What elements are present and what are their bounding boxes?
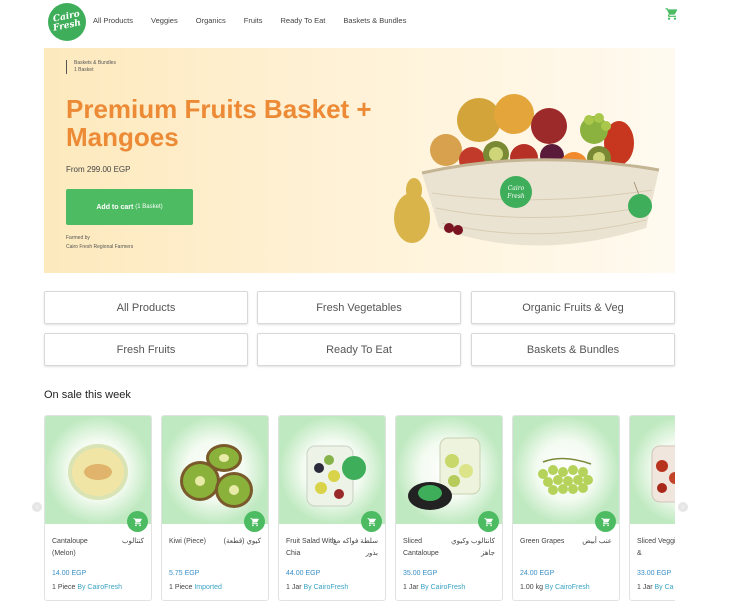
product-unit: 1 Piece By CairoFresh [52, 584, 123, 591]
category-all-products[interactable]: All Products [44, 291, 248, 324]
product-card[interactable]: Kiwi (Piece) كيوي (قطعة) 5.75 EGP 1 Piec… [161, 415, 269, 601]
product-price: 33.00 EGP [637, 570, 672, 577]
product-price: 14.00 EGP [52, 570, 87, 577]
category-baskets-bundles[interactable]: Baskets & Bundles [471, 333, 675, 366]
product-image [45, 416, 151, 524]
fruit-basket-image: Cairo Fresh [394, 94, 660, 246]
farmed-by: Farmed by Cairo Fresh Regional Farmers [66, 235, 134, 250]
add-to-cart-icon[interactable] [595, 511, 616, 532]
product-name-ar: كانتالوب وكيوي جاهز [451, 538, 495, 557]
carousel-next-arrow[interactable]: › [678, 502, 688, 512]
cairo-fresh-logo[interactable]: Cairo Fresh [48, 3, 86, 41]
category-organic-fruits-veg[interactable]: Organic Fruits & Veg [471, 291, 675, 324]
product-image [630, 416, 675, 524]
product-name-ar: كنتالوب [121, 538, 144, 545]
category-fresh-vegetables[interactable]: Fresh Vegetables [257, 291, 461, 324]
nav-baskets-bundles[interactable]: Baskets & Bundles [343, 16, 406, 25]
product-price: 35.00 EGP [403, 570, 438, 577]
breadcrumb-category[interactable]: Baskets & Bundles [74, 60, 116, 67]
product-unit: 1 Jar By CairoFresh [403, 584, 466, 591]
main-nav: All Products Veggies Organics Fruits Rea… [93, 16, 424, 25]
product-image [396, 416, 502, 524]
product-name-ar: عنب أبيض [582, 538, 612, 545]
product-card[interactable]: Sliced Cantaloupe كانتالوب وكيوي جاهز 35… [395, 415, 503, 601]
svg-text:Fresh: Fresh [506, 193, 525, 200]
product-card[interactable]: Fruit Salad With Chia سلطة فواكه مع بذور… [278, 415, 386, 601]
add-to-cart-icon[interactable] [244, 511, 265, 532]
breadcrumb-count: 1 Basket [74, 67, 94, 73]
product-unit: 1 Jar By Ca [637, 584, 674, 591]
add-to-cart-icon[interactable] [361, 511, 382, 532]
product-name-ar: سلطة فواكه مع بذور [332, 538, 378, 557]
hero-price: From 299.00 EGP [66, 165, 131, 174]
product-unit: 1 Jar By CairoFresh [286, 584, 349, 591]
nav-all-products[interactable]: All Products [93, 16, 133, 25]
product-card[interactable]: Cantaloupe (Melon) كنتالوب 14.00 EGP 1 P… [44, 415, 152, 601]
product-price: 24.00 EGP [520, 570, 555, 577]
nav-fruits[interactable]: Fruits [244, 16, 263, 25]
nav-veggies[interactable]: Veggies [151, 16, 178, 25]
product-image [279, 416, 385, 524]
add-to-cart-icon[interactable] [478, 511, 499, 532]
product-carousel: Cantaloupe (Melon) كنتالوب 14.00 EGP 1 P… [44, 415, 675, 616]
product-name-en: Sliced Veggies & [637, 538, 675, 557]
hero-title: Premium Fruits Basket + Mangoes [66, 94, 372, 152]
sale-section-title: On sale this week [44, 389, 131, 401]
nav-organics[interactable]: Organics [196, 16, 226, 25]
breadcrumb: Baskets & Bundles 1 Basket [66, 60, 116, 74]
product-card[interactable]: Sliced Veggies & 33.00 EGP 1 Jar By Ca [629, 415, 675, 601]
category-fresh-fruits[interactable]: Fresh Fruits [44, 333, 248, 366]
product-card[interactable]: Green Grapes عنب أبيض 24.00 EGP 1.00 kg … [512, 415, 620, 601]
product-price: 5.75 EGP [169, 570, 200, 577]
product-image [162, 416, 268, 524]
product-price: 44.00 EGP [286, 570, 321, 577]
add-to-cart-button[interactable]: Add to cart (1 Basket) [66, 189, 193, 225]
product-unit: 1.00 kg By CairoFresh [520, 584, 590, 591]
site-header: Cairo Fresh All Products Veggies Organic… [0, 0, 741, 44]
category-ready-to-eat[interactable]: Ready To Eat [257, 333, 461, 366]
cart-icon[interactable] [665, 7, 679, 21]
svg-text:Cairo: Cairo [508, 185, 525, 192]
carousel-prev-arrow[interactable]: ‹ [32, 502, 42, 512]
product-image [513, 416, 619, 524]
product-name-ar: كيوي (قطعة) [223, 538, 261, 545]
add-to-cart-icon[interactable] [127, 511, 148, 532]
nav-ready-to-eat[interactable]: Ready To Eat [281, 16, 326, 25]
hero-banner: Baskets & Bundles 1 Basket Premium Fruit… [44, 48, 675, 273]
product-unit: 1 Piece Imported [169, 584, 222, 591]
